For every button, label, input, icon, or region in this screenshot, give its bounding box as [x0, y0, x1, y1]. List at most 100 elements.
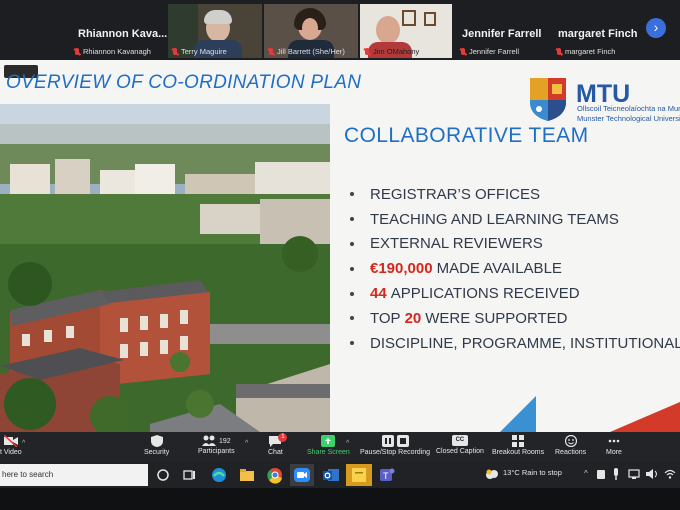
- meeting-toolbar: t Video ^ Security 192 Participants ^ 1 …: [0, 432, 680, 462]
- sticky-notes-icon[interactable]: [350, 466, 368, 484]
- bullet-item: REGISTRAR’S OFFICES: [350, 182, 680, 207]
- mtu-english-name: Munster Technological Universit: [577, 114, 680, 123]
- participant-label: Jim OMahony: [364, 47, 419, 56]
- stop-icon: [396, 435, 409, 447]
- windows-taskbar: here to search T 13°C Rain to stop ^: [0, 462, 680, 488]
- file-explorer-icon[interactable]: [238, 466, 256, 484]
- screen: Rhiannon Kava... Rhiannon Kavanagh Terry…: [0, 0, 680, 510]
- more-dots-icon: [608, 439, 620, 443]
- bullet-item: DISCIPLINE, PROGRAMME, INSTITUTIONAL: [350, 331, 680, 356]
- video-options-caret-icon[interactable]: ^: [22, 440, 25, 447]
- chat-button[interactable]: 1 Chat: [268, 433, 288, 456]
- chat-badge: 1: [278, 433, 288, 442]
- outlook-icon[interactable]: [322, 466, 340, 484]
- participants-count: 192: [218, 438, 231, 445]
- video-off-icon: [3, 435, 18, 447]
- monitor-bezel: [0, 488, 680, 510]
- closed-caption-button[interactable]: CC Closed Caption: [436, 435, 484, 455]
- wall-picture: [402, 10, 416, 26]
- closed-caption-icon: CC: [451, 435, 468, 446]
- tray-app-icon[interactable]: [596, 469, 606, 480]
- highlight-value: 44: [370, 285, 387, 303]
- edge-browser-icon[interactable]: [210, 466, 228, 484]
- share-screen-button[interactable]: Share Screen: [307, 435, 350, 456]
- volume-icon[interactable]: [646, 469, 658, 479]
- wifi-icon[interactable]: [664, 469, 676, 479]
- section-heading: COLLABORATIVE TEAM: [344, 124, 589, 147]
- microphone-icon[interactable]: [612, 468, 620, 480]
- bullet-item: 44 APPLICATIONS RECEIVED: [350, 281, 680, 306]
- participant-label: Terry Maguire: [172, 47, 227, 56]
- participant-display-name: margaret Finch: [558, 28, 638, 40]
- wall-picture: [424, 12, 436, 26]
- security-button[interactable]: Security: [144, 435, 169, 456]
- next-page-arrow-icon[interactable]: ›: [646, 18, 666, 38]
- bullet-item: EXTERNAL REVIEWERS: [350, 232, 680, 257]
- participant-tile-terry[interactable]: Terry Maguire: [168, 4, 262, 58]
- participant-face-detail: [302, 18, 318, 38]
- mtu-irish-name: Ollscoil Teicneolaíochta na Mum: [577, 104, 680, 113]
- bullet-item: TOP 20 WERE SUPPORTED: [350, 306, 680, 331]
- participant-tile-jill[interactable]: Jill Barrett (She/Her): [264, 4, 358, 58]
- participant-label: Rhiannon Kavanagh: [74, 47, 151, 56]
- participant-label: Jill Barrett (She/Her): [268, 47, 345, 56]
- chrome-browser-icon[interactable]: [266, 466, 284, 484]
- participant-tile-jennifer[interactable]: Jennifer Farrell Jennifer Farrell: [456, 4, 548, 58]
- breakout-rooms-button[interactable]: Breakout Rooms: [492, 435, 544, 456]
- taskbar-search-input[interactable]: here to search: [0, 464, 148, 486]
- share-caret-icon[interactable]: ^: [346, 440, 349, 447]
- participant-display-name: Jennifer Farrell: [462, 28, 542, 40]
- bullet-item: TEACHING AND LEARNING TEAMS: [350, 207, 680, 232]
- participant-display-name: Rhiannon Kava...: [78, 28, 168, 40]
- weather-cloud-icon: [486, 469, 498, 479]
- network-icon[interactable]: [628, 469, 640, 479]
- mtu-shield-logo-icon: [530, 78, 566, 121]
- participants-icon: [201, 435, 216, 446]
- bullet-dot-icon: [350, 266, 354, 271]
- highlight-value: 20: [404, 309, 422, 327]
- more-button[interactable]: More: [606, 435, 622, 456]
- shield-icon: [150, 435, 163, 447]
- shared-slide: OVERVIEW OF CO-ORDINATION PLAN MTU Ollsc…: [0, 60, 680, 432]
- zoom-app-icon[interactable]: [293, 466, 311, 484]
- weather-status[interactable]: 13°C Rain to stop: [503, 468, 562, 477]
- bullet-dot-icon: [350, 341, 354, 346]
- teams-icon[interactable]: T: [378, 466, 396, 484]
- participant-face: [376, 16, 400, 44]
- participant-label: margaret Finch: [556, 47, 615, 56]
- bullet-dot-icon: [350, 241, 354, 246]
- mic-muted-icon: [460, 47, 466, 56]
- tray-overflow-caret-icon[interactable]: ^: [584, 469, 588, 478]
- campus-photo: [0, 104, 330, 432]
- participant-strip: Rhiannon Kava... Rhiannon Kavanagh Terry…: [0, 0, 680, 60]
- mic-muted-icon: [74, 47, 80, 56]
- mic-muted-icon: [172, 47, 178, 56]
- reactions-button[interactable]: Reactions: [555, 435, 586, 456]
- participant-tile-margaret[interactable]: margaret Finch margaret Finch: [552, 4, 638, 58]
- svg-text:T: T: [383, 471, 389, 481]
- participant-tile-rhiannon[interactable]: Rhiannon Kava... Rhiannon Kavanagh: [70, 4, 170, 58]
- pause-stop-recording-button[interactable]: Pause/Stop Recording: [360, 435, 430, 456]
- bullet-list: REGISTRAR’S OFFICES TEACHING AND LEARNIN…: [350, 182, 680, 356]
- start-video-button[interactable]: t Video: [0, 435, 22, 456]
- participants-caret-icon[interactable]: ^: [245, 440, 248, 447]
- mic-muted-icon: [556, 47, 562, 56]
- bullet-dot-icon: [350, 217, 354, 222]
- participant-tile-jim[interactable]: Jim OMahony: [360, 4, 452, 58]
- mic-muted-icon: [268, 47, 274, 56]
- slide-accent-shape: [500, 396, 680, 432]
- participant-label: Jennifer Farrell: [460, 47, 519, 56]
- breakout-rooms-icon: [512, 435, 525, 447]
- highlight-value: €190,000: [370, 260, 433, 278]
- bullet-item: €190,000 MADE AVAILABLE: [350, 256, 680, 281]
- bullet-dot-icon: [350, 316, 354, 321]
- mic-muted-icon: [364, 47, 370, 56]
- task-view-icon[interactable]: [180, 466, 198, 484]
- cortana-circle-icon[interactable]: [154, 466, 172, 484]
- participants-button[interactable]: 192 Participants: [198, 435, 235, 455]
- pause-icon: [381, 435, 394, 447]
- bullet-dot-icon: [350, 192, 354, 197]
- participant-hair: [204, 10, 232, 24]
- slide-title: OVERVIEW OF CO-ORDINATION PLAN: [6, 72, 362, 93]
- smiley-icon: [564, 435, 577, 447]
